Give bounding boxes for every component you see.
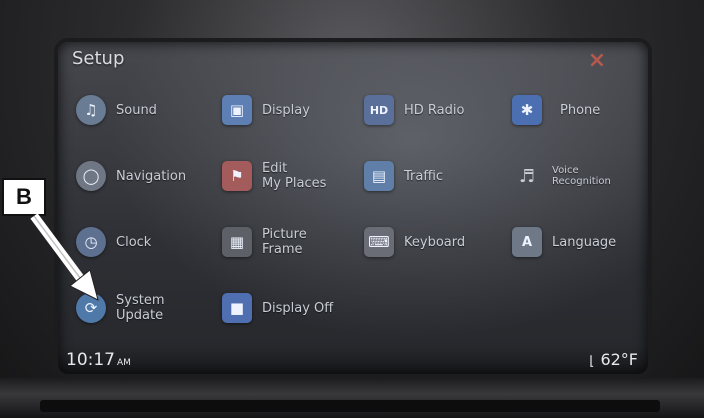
map-pin-icon: ⚑ — [222, 161, 252, 191]
traffic-label: Traffic — [404, 168, 444, 184]
keyboard-icon: ⌨ — [364, 227, 394, 257]
temperature-readout: ⌊ 62°F — [589, 350, 638, 369]
thermometer-icon: ⌊ — [589, 354, 595, 369]
system-update-button[interactable]: ⟳ System Update — [76, 288, 164, 328]
dashboard-trim — [0, 378, 704, 418]
edit-my-places-button[interactable]: ⚑ Edit My Places — [222, 156, 326, 196]
traffic-button[interactable]: ▤ Traffic — [364, 156, 443, 196]
navigation-label: Navigation — [116, 168, 187, 184]
display-off-label: Display Off — [262, 300, 334, 316]
picture-frame-label: Picture Frame — [262, 227, 307, 257]
keyboard-button[interactable]: ⌨ Keyboard — [364, 222, 465, 262]
callout-label: B — [2, 178, 46, 216]
voice-recognition-label: Voice Recognition — [552, 165, 611, 187]
time-text: 10:17 — [66, 350, 115, 370]
hd-radio-label: HD Radio — [404, 102, 465, 118]
edit-my-places-line2: My Places — [262, 176, 327, 191]
clock-readout: 10:17 AM — [66, 350, 131, 370]
refresh-icon: ⟳ — [76, 293, 106, 323]
status-bar: 10:17 AM ⌊ 62°F — [58, 344, 648, 374]
language-button[interactable]: A Language — [512, 222, 616, 262]
voice-recognition-button[interactable]: ♬ Voice Recognition — [512, 156, 611, 196]
voice-icon: ♬ — [518, 165, 536, 187]
hd-radio-icon: HD — [364, 95, 394, 125]
picture-frame-line2: Frame — [262, 242, 303, 257]
clock-icon: ◷ — [76, 227, 106, 257]
sound-label: Sound — [116, 102, 157, 118]
clock-button[interactable]: ◷ Clock — [76, 222, 151, 262]
sound-button[interactable]: ♫ Sound — [76, 90, 157, 130]
ampm-text: AM — [117, 358, 131, 368]
display-label: Display — [262, 102, 310, 118]
edit-my-places-line1: Edit — [262, 161, 288, 176]
edit-my-places-label: Edit My Places — [262, 161, 326, 191]
bluetooth-icon: ✱ — [512, 95, 542, 125]
keyboard-label: Keyboard — [404, 234, 466, 250]
voice-recognition-line1: Voice — [552, 165, 579, 176]
language-icon: A — [512, 227, 542, 257]
system-update-line1: System — [116, 293, 165, 308]
navigation-icon: ◯ — [76, 161, 106, 191]
dashboard-slot — [40, 400, 660, 412]
hd-radio-button[interactable]: HD HD Radio — [364, 90, 464, 130]
display-off-button[interactable]: ■ Display Off — [222, 288, 333, 328]
display-off-icon: ■ — [222, 293, 252, 323]
navigation-button[interactable]: ◯ Navigation — [76, 156, 186, 196]
temperature-text: 62°F — [600, 350, 638, 369]
language-label: Language — [552, 234, 617, 250]
speaker-icon: ♫ — [76, 95, 106, 125]
picture-frame-icon: ▦ — [222, 227, 252, 257]
voice-recognition-line2: Recognition — [552, 176, 611, 187]
phone-button[interactable]: ✱ Phone — [512, 90, 600, 130]
clock-label: Clock — [116, 234, 152, 250]
infotainment-screen: Setup × ♫ Sound ▣ Display HD HD Radio ✱ … — [58, 42, 648, 374]
picture-frame-button[interactable]: ▦ Picture Frame — [222, 222, 307, 262]
monitor-icon: ▣ — [222, 95, 252, 125]
close-button[interactable]: × — [584, 48, 610, 74]
phone-label: Phone — [560, 102, 601, 118]
traffic-icon: ▤ — [364, 161, 394, 191]
system-update-line2: Update — [116, 308, 164, 323]
picture-frame-line1: Picture — [262, 227, 307, 242]
display-button[interactable]: ▣ Display — [222, 90, 310, 130]
screen-title: Setup — [72, 48, 125, 69]
system-update-label: System Update — [116, 293, 164, 323]
